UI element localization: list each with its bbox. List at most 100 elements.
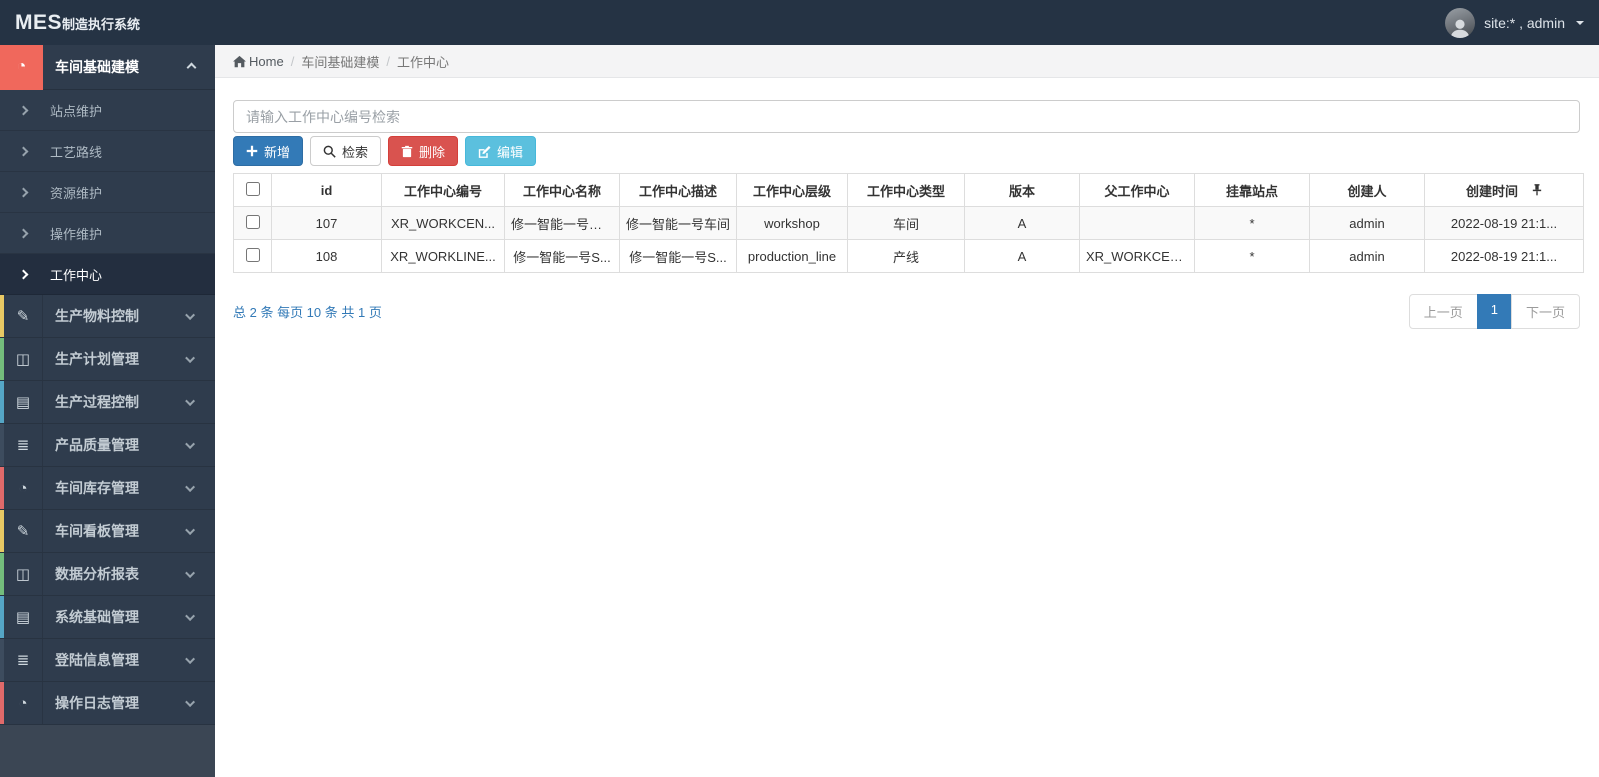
cell-station: * [1194, 239, 1310, 273]
column-header-id[interactable]: id [271, 173, 382, 207]
column-header-created[interactable]: 创建时间 [1424, 173, 1584, 207]
edit-icon [478, 145, 491, 158]
cell-parent [1079, 206, 1195, 240]
group-stripe [0, 510, 4, 552]
dashboard-icon: ◔ [0, 44, 43, 90]
edit-button[interactable]: 编辑 [465, 136, 537, 166]
column-header-name[interactable]: 工作中心名称 [504, 173, 620, 207]
list-icon: ≣ [4, 639, 43, 681]
pin-icon[interactable] [1532, 184, 1542, 196]
column-header-code[interactable]: 工作中心编号 [381, 173, 505, 207]
group-label: 操作日志管理 [55, 695, 139, 711]
group-stripe [0, 467, 4, 509]
sidebar-group-data-analysis[interactable]: ◫ 数据分析报表 [0, 553, 215, 596]
group-label: 车间看板管理 [55, 523, 139, 539]
select-all-checkbox[interactable] [245, 181, 260, 196]
cell-created: 2022-08-19 21:1... [1424, 239, 1584, 273]
cell-version: A [964, 206, 1080, 240]
cell-id: 107 [271, 206, 382, 240]
dashboard-icon: ◔ [4, 682, 43, 724]
sidebar-item-label: 工艺路线 [50, 144, 103, 160]
sidebar-group-production-plan[interactable]: ◫ 生产计划管理 [0, 338, 215, 381]
chevron-up-icon [186, 62, 197, 72]
sidebar-item-resource-maintenance[interactable]: 资源维护 [0, 172, 215, 213]
group-label: 生产过程控制 [55, 394, 139, 410]
logo-text-sub: 制造执行系统 [62, 16, 141, 32]
group-label: 生产物料控制 [55, 308, 139, 324]
breadcrumb-separator: / [386, 53, 390, 69]
list-icon: ≣ [4, 424, 43, 466]
cell-level: workshop [736, 206, 848, 240]
group-stripe [0, 381, 4, 423]
cell-level: production_line [736, 239, 848, 273]
sidebar-group-production-process[interactable]: ▤ 生产过程控制 [0, 381, 215, 424]
app-logo[interactable]: MES 制造执行系统 [15, 11, 140, 35]
breadcrumb-level1[interactable]: 车间基础建模 [301, 52, 379, 71]
cell-created: 2022-08-19 21:1... [1424, 206, 1584, 240]
prev-page-button[interactable]: 上一页 [1408, 294, 1478, 329]
row-checkbox[interactable] [245, 247, 260, 262]
group-stripe [0, 424, 4, 466]
group-label: 数据分析报表 [55, 566, 139, 582]
breadcrumb-level2: 工作中心 [396, 54, 449, 70]
table-header-row: id 工作中心编号 工作中心名称 工作中心描述 工作中心层级 工作中心类型 版本… [233, 173, 1584, 207]
work-center-table: id 工作中心编号 工作中心名称 工作中心描述 工作中心层级 工作中心类型 版本… [233, 173, 1584, 273]
column-header-type[interactable]: 工作中心类型 [847, 173, 965, 207]
sidebar-group-production-material[interactable]: ✎ 生产物料控制 [0, 295, 215, 338]
chevron-right-icon [18, 187, 29, 197]
row-checkbox-cell [233, 239, 272, 273]
sidebar-group-workshop-inventory[interactable]: ◔ 车间库存管理 [0, 467, 215, 510]
row-checkbox[interactable] [245, 214, 260, 229]
sidebar-group-workshop-modeling[interactable]: ◔ 车间基础建模 [0, 44, 215, 90]
sidebar-item-label: 操作维护 [50, 226, 103, 242]
sidebar-item-work-center[interactable]: 工作中心 [0, 254, 215, 295]
user-menu[interactable]: site:* , admin [1445, 7, 1584, 38]
sidebar-group-operation-log[interactable]: ◔ 操作日志管理 [0, 682, 215, 725]
cell-desc: 修一智能一号S... [619, 239, 737, 273]
cell-type: 产线 [847, 239, 965, 273]
sidebar-item-station-maintenance[interactable]: 站点维护 [0, 90, 215, 131]
sidebar-item-label: 资源维护 [50, 185, 103, 201]
breadcrumb-home[interactable]: Home [233, 54, 284, 69]
search-button[interactable]: 检索 [310, 136, 382, 166]
group-label: 系统基础管理 [55, 609, 139, 625]
sidebar-group-product-quality[interactable]: ≣ 产品质量管理 [0, 424, 215, 467]
sidebar-group-workshop-kanban[interactable]: ✎ 车间看板管理 [0, 510, 215, 553]
column-header-creator[interactable]: 创建人 [1309, 173, 1425, 207]
cell-code: XR_WORKCEN... [381, 206, 505, 240]
logo-text-main: MES [15, 10, 63, 34]
group-label: 生产计划管理 [55, 351, 139, 367]
group-stripe [0, 596, 4, 638]
sidebar-item-process-route[interactable]: 工艺路线 [0, 131, 215, 172]
cell-version: A [964, 239, 1080, 273]
toolbar: 新增 检索 删除 编辑 [233, 136, 1580, 166]
page-1-button[interactable]: 1 [1476, 294, 1512, 329]
table-row[interactable]: 108 XR_WORKLINE... 修一智能一号S... 修一智能一号S...… [233, 239, 1584, 273]
cell-id: 108 [271, 239, 382, 273]
group-stripe [0, 338, 4, 380]
cell-creator: admin [1309, 206, 1425, 240]
add-button[interactable]: 新增 [233, 136, 304, 166]
column-header-parent[interactable]: 父工作中心 [1079, 173, 1195, 207]
pencil-icon: ✎ [4, 510, 43, 552]
dashboard-icon: ◔ [4, 467, 43, 509]
pagination-row: 总 2 条 每页 10 条 共 1 页 上一页 1 下一页 [233, 294, 1580, 329]
plus-icon [246, 145, 258, 157]
sidebar-group-login-info[interactable]: ≣ 登陆信息管理 [0, 639, 215, 682]
delete-button[interactable]: 删除 [388, 136, 459, 166]
column-header-station[interactable]: 挂靠站点 [1194, 173, 1310, 207]
main-area: Home / 车间基础建模 / 工作中心 新增 检索 [215, 45, 1599, 777]
columns-icon: ◫ [4, 338, 43, 380]
columns-icon: ◫ [4, 553, 43, 595]
column-header-level[interactable]: 工作中心层级 [736, 173, 848, 207]
column-header-version[interactable]: 版本 [964, 173, 1080, 207]
search-input[interactable] [233, 100, 1580, 133]
sidebar-menu: ◔ 车间基础建模 站点维护 工艺路线 资源维护 操作维护 工作中心 ✎ 生产物料… [0, 44, 215, 725]
next-page-button[interactable]: 下一页 [1510, 294, 1580, 329]
table-row[interactable]: 107 XR_WORKCEN... 修一智能一号车间 修一智能一号车间 work… [233, 206, 1584, 240]
column-header-desc[interactable]: 工作中心描述 [619, 173, 737, 207]
search-icon [323, 145, 336, 158]
sidebar-item-operation-maintenance[interactable]: 操作维护 [0, 213, 215, 254]
content: 新增 检索 删除 [215, 78, 1599, 329]
sidebar-group-system-base[interactable]: ▤ 系统基础管理 [0, 596, 215, 639]
